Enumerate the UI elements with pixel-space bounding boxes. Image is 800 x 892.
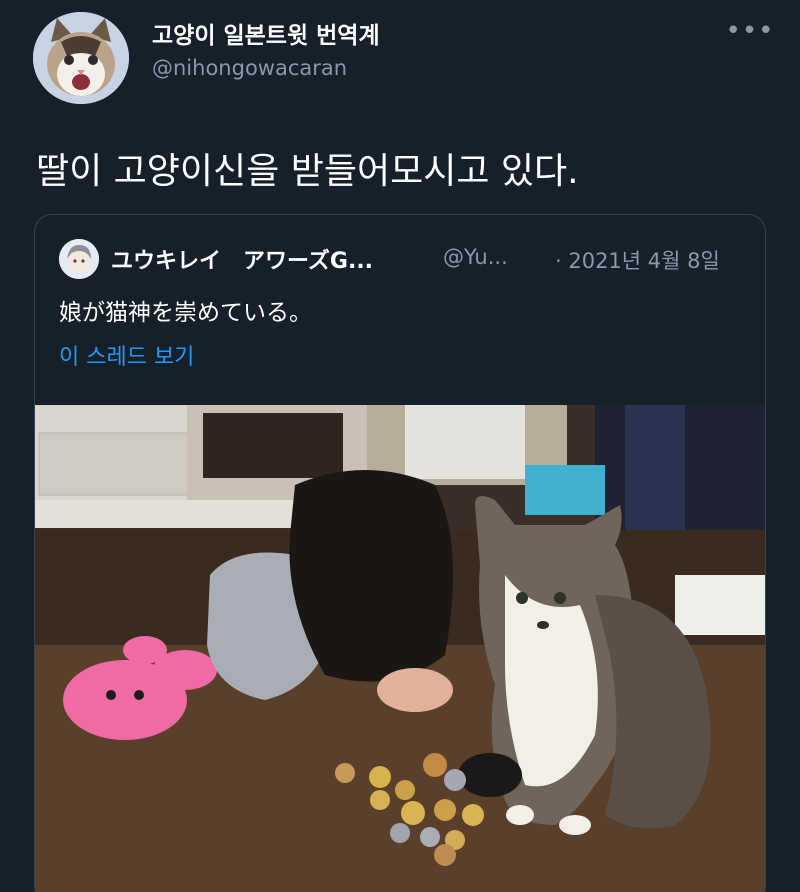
author-display-name[interactable]: 고양이 일본트윗 번역계 <box>152 16 380 50</box>
more-options-button[interactable]: ••• <box>722 18 778 50</box>
girl-praying-to-cat-photo[interactable] <box>35 405 765 892</box>
quoted-author-avatar[interactable] <box>59 239 99 279</box>
cat-avatar-icon <box>33 12 129 104</box>
show-thread-link[interactable]: 이 스레드 보기 <box>59 339 194 371</box>
tweet-text: 딸이 고양이신을 받들어모시고 있다. <box>36 151 579 192</box>
quoted-author-handle[interactable]: @Yu... <box>443 245 508 269</box>
profile-avatar[interactable] <box>33 12 129 104</box>
quoted-tweet-date[interactable]: · 2021년 4월 8일 <box>555 245 720 275</box>
user-avatar-icon <box>59 239 99 279</box>
quoted-author-display-name[interactable]: ユウキレイ アワーズG... <box>111 243 373 275</box>
author-handle[interactable]: @nihongowacaran <box>152 56 347 80</box>
quoted-tweet-text: 娘が猫神を崇めている。 <box>59 300 312 326</box>
quoted-tweet-card[interactable]: ユウキレイ アワーズG... @Yu... · 2021년 4월 8일 娘が猫神… <box>34 214 766 892</box>
